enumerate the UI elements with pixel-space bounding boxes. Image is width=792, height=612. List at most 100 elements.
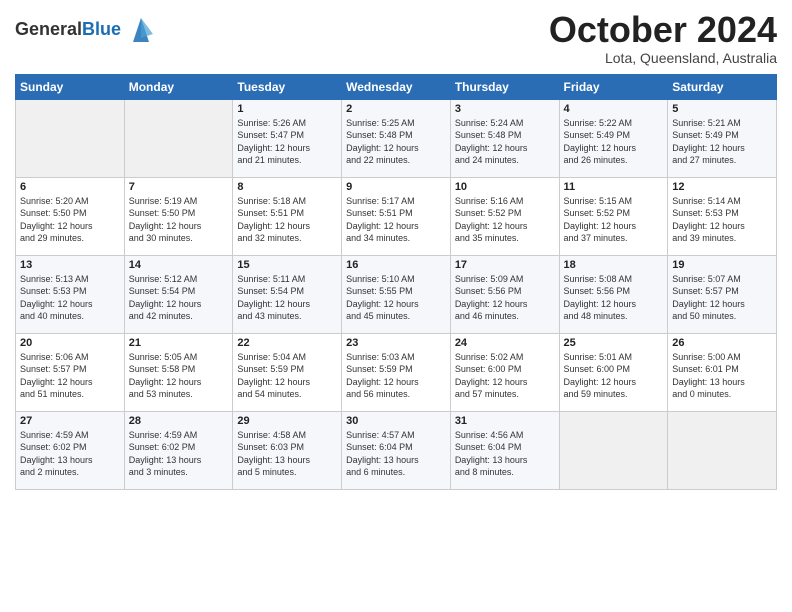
day-number: 26: [672, 337, 772, 349]
calendar-cell: 12 Sunrise: 5:14 AM Sunset: 5:53 PM Dayli…: [668, 177, 777, 255]
day-number: 29: [237, 415, 337, 427]
cell-content: Sunrise: 5:08 AM Sunset: 5:56 PM Dayligh…: [564, 273, 664, 323]
day-number: 23: [346, 337, 446, 349]
calendar-cell: 19Sunrise: 5:07 AM Sunset: 5:57 PM Dayli…: [668, 255, 777, 333]
logo-blue: Blue: [82, 19, 121, 39]
title-block: October 2024 Lota, Queensland, Australia: [549, 10, 777, 66]
week-row-3: 13 Sunrise: 5:13 AM Sunset: 5:53 PM Dayli…: [16, 255, 777, 333]
day-number: 10: [455, 181, 555, 193]
cell-content: Sunrise: 5:22 AM Sunset: 5:49 PM Dayligh…: [564, 117, 664, 167]
calendar-cell: 27 Sunrise: 4:59 AM Sunset: 6:02 PM Dayli…: [16, 411, 125, 489]
calendar-cell: 5 Sunrise: 5:21 AM Sunset: 5:49 PM Daylig…: [668, 99, 777, 177]
weekday-header-wednesday: Wednesday: [342, 74, 451, 99]
calendar-cell: 24 Sunrise: 5:02 AM Sunset: 6:00 PM Dayli…: [450, 333, 559, 411]
cell-content: Sunrise: 5:15 AM Sunset: 5:52 PM Dayligh…: [564, 195, 664, 245]
weekday-header-tuesday: Tuesday: [233, 74, 342, 99]
cell-content: Sunrise: 5:16 AM Sunset: 5:52 PM Dayligh…: [455, 195, 555, 245]
cell-content: Sunrise: 5:02 AM Sunset: 6:00 PM Dayligh…: [455, 351, 555, 401]
calendar-cell: 3 Sunrise: 5:24 AM Sunset: 5:48 PM Daylig…: [450, 99, 559, 177]
week-row-1: 1Sunrise: 5:26 AM Sunset: 5:47 PM Daylig…: [16, 99, 777, 177]
cell-content: Sunrise: 5:04 AM Sunset: 5:59 PM Dayligh…: [237, 351, 337, 401]
day-number: 6: [20, 181, 120, 193]
week-row-2: 6 Sunrise: 5:20 AM Sunset: 5:50 PM Daylig…: [16, 177, 777, 255]
day-number: 2: [346, 103, 446, 115]
calendar-cell: 16 Sunrise: 5:10 AM Sunset: 5:55 PM Dayli…: [342, 255, 451, 333]
calendar-table: SundayMondayTuesdayWednesdayThursdayFrid…: [15, 74, 777, 490]
calendar-cell: [559, 411, 668, 489]
day-number: 12: [672, 181, 772, 193]
calendar-cell: 15 Sunrise: 5:11 AM Sunset: 5:54 PM Dayli…: [233, 255, 342, 333]
weekday-header-saturday: Saturday: [668, 74, 777, 99]
cell-content: Sunrise: 5:09 AM Sunset: 5:56 PM Dayligh…: [455, 273, 555, 323]
calendar-cell: 7Sunrise: 5:19 AM Sunset: 5:50 PM Daylig…: [124, 177, 233, 255]
week-row-5: 27 Sunrise: 4:59 AM Sunset: 6:02 PM Dayli…: [16, 411, 777, 489]
day-number: 3: [455, 103, 555, 115]
cell-content: Sunrise: 5:24 AM Sunset: 5:48 PM Dayligh…: [455, 117, 555, 167]
cell-content: Sunrise: 5:11 AM Sunset: 5:54 PM Dayligh…: [237, 273, 337, 323]
logo-general: General: [15, 19, 82, 39]
calendar-cell: 14Sunrise: 5:12 AM Sunset: 5:54 PM Dayli…: [124, 255, 233, 333]
day-number: 30: [346, 415, 446, 427]
week-row-4: 20 Sunrise: 5:06 AM Sunset: 5:57 PM Dayli…: [16, 333, 777, 411]
day-number: 28: [129, 415, 229, 427]
day-number: 21: [129, 337, 229, 349]
cell-content: Sunrise: 5:03 AM Sunset: 5:59 PM Dayligh…: [346, 351, 446, 401]
day-number: 13: [20, 259, 120, 271]
day-number: 27: [20, 415, 120, 427]
weekday-header-thursday: Thursday: [450, 74, 559, 99]
calendar-cell: 30Sunrise: 4:57 AM Sunset: 6:04 PM Dayli…: [342, 411, 451, 489]
day-number: 20: [20, 337, 120, 349]
day-number: 14: [129, 259, 229, 271]
cell-content: Sunrise: 4:58 AM Sunset: 6:03 PM Dayligh…: [237, 429, 337, 479]
calendar-cell: 17 Sunrise: 5:09 AM Sunset: 5:56 PM Dayli…: [450, 255, 559, 333]
cell-content: Sunrise: 5:00 AM Sunset: 6:01 PM Dayligh…: [672, 351, 772, 401]
day-number: 11: [564, 181, 664, 193]
calendar-cell: 4 Sunrise: 5:22 AM Sunset: 5:49 PM Daylig…: [559, 99, 668, 177]
day-number: 22: [237, 337, 337, 349]
day-number: 15: [237, 259, 337, 271]
calendar-cell: 9Sunrise: 5:17 AM Sunset: 5:51 PM Daylig…: [342, 177, 451, 255]
weekday-header-sunday: Sunday: [16, 74, 125, 99]
cell-content: Sunrise: 5:21 AM Sunset: 5:49 PM Dayligh…: [672, 117, 772, 167]
cell-content: Sunrise: 5:13 AM Sunset: 5:53 PM Dayligh…: [20, 273, 120, 323]
day-number: 4: [564, 103, 664, 115]
day-number: 24: [455, 337, 555, 349]
cell-content: Sunrise: 5:06 AM Sunset: 5:57 PM Dayligh…: [20, 351, 120, 401]
day-number: 31: [455, 415, 555, 427]
calendar-cell: 2 Sunrise: 5:25 AM Sunset: 5:48 PM Daylig…: [342, 99, 451, 177]
cell-content: Sunrise: 5:10 AM Sunset: 5:55 PM Dayligh…: [346, 273, 446, 323]
cell-content: Sunrise: 4:59 AM Sunset: 6:02 PM Dayligh…: [20, 429, 120, 479]
day-number: 8: [237, 181, 337, 193]
calendar-cell: 6 Sunrise: 5:20 AM Sunset: 5:50 PM Daylig…: [16, 177, 125, 255]
day-number: 25: [564, 337, 664, 349]
calendar-cell: [668, 411, 777, 489]
header: GeneralBlue October 2024 Lota, Queenslan…: [15, 10, 777, 66]
calendar-cell: 10 Sunrise: 5:16 AM Sunset: 5:52 PM Dayli…: [450, 177, 559, 255]
weekday-header-row: SundayMondayTuesdayWednesdayThursdayFrid…: [16, 74, 777, 99]
month-title: October 2024: [549, 10, 777, 50]
cell-content: Sunrise: 5:05 AM Sunset: 5:58 PM Dayligh…: [129, 351, 229, 401]
day-number: 18: [564, 259, 664, 271]
calendar-cell: [16, 99, 125, 177]
calendar-cell: 18 Sunrise: 5:08 AM Sunset: 5:56 PM Dayli…: [559, 255, 668, 333]
weekday-header-friday: Friday: [559, 74, 668, 99]
day-number: 19: [672, 259, 772, 271]
calendar-cell: 8 Sunrise: 5:18 AM Sunset: 5:51 PM Daylig…: [233, 177, 342, 255]
calendar-cell: 29 Sunrise: 4:58 AM Sunset: 6:03 PM Dayli…: [233, 411, 342, 489]
logo: GeneralBlue: [15, 14, 157, 46]
day-number: 16: [346, 259, 446, 271]
cell-content: Sunrise: 5:14 AM Sunset: 5:53 PM Dayligh…: [672, 195, 772, 245]
day-number: 17: [455, 259, 555, 271]
cell-content: Sunrise: 5:18 AM Sunset: 5:51 PM Dayligh…: [237, 195, 337, 245]
calendar-cell: 1Sunrise: 5:26 AM Sunset: 5:47 PM Daylig…: [233, 99, 342, 177]
day-number: 5: [672, 103, 772, 115]
calendar-cell: 31 Sunrise: 4:56 AM Sunset: 6:04 PM Dayli…: [450, 411, 559, 489]
logo-icon: [125, 14, 157, 46]
cell-content: Sunrise: 5:25 AM Sunset: 5:48 PM Dayligh…: [346, 117, 446, 167]
cell-content: Sunrise: 5:20 AM Sunset: 5:50 PM Dayligh…: [20, 195, 120, 245]
cell-content: Sunrise: 5:17 AM Sunset: 5:51 PM Dayligh…: [346, 195, 446, 245]
page: GeneralBlue October 2024 Lota, Queenslan…: [0, 0, 792, 612]
cell-content: Sunrise: 4:56 AM Sunset: 6:04 PM Dayligh…: [455, 429, 555, 479]
calendar-cell: 20 Sunrise: 5:06 AM Sunset: 5:57 PM Dayli…: [16, 333, 125, 411]
cell-content: Sunrise: 5:19 AM Sunset: 5:50 PM Dayligh…: [129, 195, 229, 245]
